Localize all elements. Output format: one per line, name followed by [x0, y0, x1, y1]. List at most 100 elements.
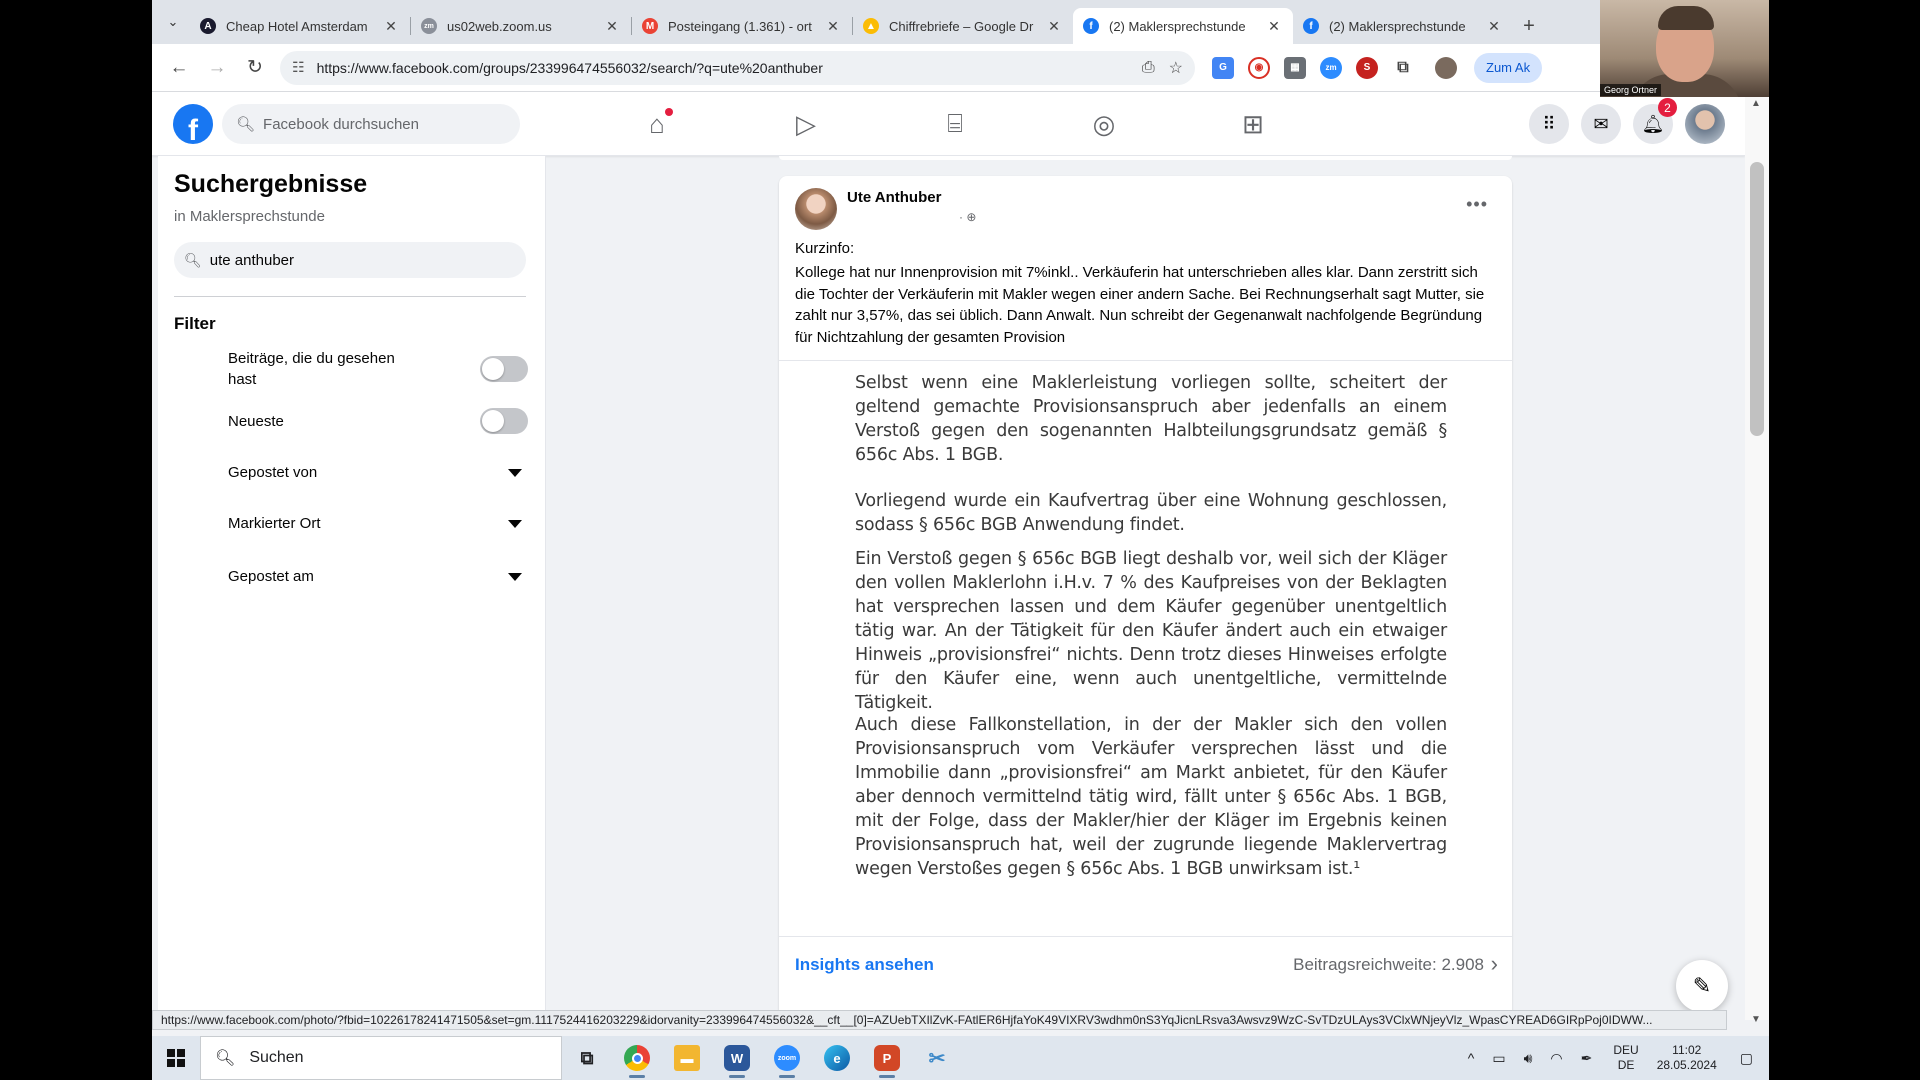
close-tab-icon[interactable]: ✕ [1045, 18, 1063, 35]
address-bar[interactable]: ☷ https://www.facebook.com/groups/233996… [280, 50, 1195, 85]
browser-toolbar: ← → ↻ ☷ https://www.facebook.com/groups/… [152, 44, 1769, 92]
forward-icon[interactable]: → [198, 51, 236, 85]
grey-extension-icon[interactable]: ▦ [1284, 56, 1306, 79]
taskbar-search-input[interactable]: 🔍︎ Suchen [200, 1036, 562, 1080]
close-tab-icon[interactable]: ✕ [1485, 18, 1503, 35]
messenger-icon[interactable]: ✉ [1581, 104, 1621, 144]
chevron-up-icon[interactable]: ^ [1468, 1050, 1475, 1066]
search-result-post: Ute Anthuber · ⊕ ••• Kurzinfo: Kollege h… [779, 176, 1512, 1024]
chevron-right-icon[interactable]: › [1491, 951, 1498, 977]
pen-icon[interactable]: ✒ [1581, 1050, 1593, 1067]
close-tab-icon[interactable]: ✕ [824, 18, 842, 35]
tab-title: (2) Maklersprechstunde [1109, 18, 1246, 34]
close-tab-icon[interactable]: ✕ [382, 18, 400, 35]
chrome-icon[interactable] [612, 1036, 662, 1080]
edge-icon[interactable]: e [812, 1036, 862, 1080]
browser-tab-active[interactable]: f (2) Maklersprechstunde ✕ [1073, 8, 1293, 44]
seen-posts-toggle[interactable] [480, 356, 528, 382]
facebook-search-input[interactable]: 🔍︎ Facebook durchsuchen [222, 104, 520, 144]
post-text: Kollege hat nur Innenprovision mit 7%ink… [795, 264, 1485, 346]
post-author[interactable]: Ute Anthuber [847, 189, 941, 206]
webcam-participant-name: Georg Ortner [1600, 84, 1662, 96]
chevron-down-icon [508, 468, 522, 477]
insights-link[interactable]: Insights ansehen [795, 955, 934, 975]
word-icon[interactable]: W [712, 1036, 762, 1080]
tab-title: us02web.zoom.us [447, 18, 552, 34]
previous-post-edge [779, 156, 1512, 160]
document-paragraph: Auch diese Fallkonstellation, in der der… [855, 715, 1447, 879]
browser-tab[interactable]: zm us02web.zoom.us ✕ [411, 8, 631, 44]
puzzle-extensions-icon[interactable]: ⧉ [1392, 57, 1414, 79]
taskbar-clock[interactable]: 11:02 28.05.2024 [1657, 1043, 1717, 1073]
browser-tab[interactable]: M Posteingang (1.361) - ort ✕ [632, 8, 852, 44]
red-extension-icon[interactable]: S [1356, 56, 1378, 79]
more-options-icon[interactable]: ••• [1466, 194, 1488, 215]
notification-center-icon[interactable]: ▢ [1740, 1050, 1753, 1067]
input-language[interactable]: DEU DE [1613, 1043, 1638, 1073]
home-icon[interactable]: ⌂ [635, 102, 679, 146]
windows-start-icon[interactable] [152, 1036, 200, 1080]
extensions-area: G ◉ ▦ zm S ⧉ [1205, 56, 1464, 79]
file-explorer-icon[interactable]: ▬ [662, 1036, 712, 1080]
scroll-down-arrow-icon[interactable]: ▼ [1751, 1014, 1761, 1025]
site-settings-icon[interactable]: ☷ [292, 59, 305, 76]
url-text[interactable]: https://www.facebook.com/groups/23399647… [317, 60, 1128, 76]
post-reach[interactable]: Beitragsreichweite: 2.908 [1293, 955, 1484, 975]
chevron-down-icon [508, 572, 522, 581]
groups-icon[interactable]: ◎ [1082, 102, 1126, 146]
scroll-up-arrow-icon[interactable]: ▲ [1751, 98, 1761, 109]
chevron-down-icon [508, 519, 522, 528]
volume-icon[interactable]: 🔊︎ [1524, 1050, 1533, 1067]
group-subtitle[interactable]: in Maklersprechstunde [174, 208, 325, 225]
scrollbar-thumb[interactable] [1750, 162, 1764, 436]
notifications-badge: 2 [1658, 98, 1677, 117]
powerpoint-icon[interactable]: P [862, 1036, 912, 1080]
profile-avatar-icon[interactable] [1435, 56, 1457, 79]
filter-posted-by[interactable]: Gepostet von [228, 462, 528, 483]
filter-posted-on[interactable]: Gepostet am [228, 566, 528, 587]
browser-tab[interactable]: ▲ Chiffrebriefe – Google Dr ✕ [853, 8, 1073, 44]
security-extension-icon[interactable]: ◉ [1248, 56, 1270, 79]
divider [174, 296, 526, 297]
wifi-icon[interactable]: ◠ [1550, 1050, 1562, 1067]
filter-tagged-location[interactable]: Markierter Ort [228, 513, 528, 534]
hotel-favicon-icon: A [200, 18, 216, 34]
zum-button[interactable]: Zum Ak [1474, 52, 1543, 83]
browser-tab[interactable]: f (2) Maklersprechstunde ✕ [1293, 8, 1513, 44]
newest-toggle[interactable] [480, 408, 528, 434]
close-tab-icon[interactable]: ✕ [1265, 18, 1283, 35]
filter-seen-posts[interactable]: Beiträge, die du gesehen hast [228, 348, 528, 390]
windows-taskbar: 🔍︎ Suchen ⧉ ▬ W zoom e P ✂ ^ ▭ 🔊︎ ◠ ✒ DE… [152, 1036, 1769, 1080]
translate-extension-icon[interactable]: G [1212, 56, 1234, 79]
filter-newest[interactable]: Neueste [228, 408, 528, 434]
menu-grid-icon[interactable]: ⠿ [1529, 104, 1569, 144]
gaming-icon[interactable]: ⊞ [1231, 102, 1275, 146]
reload-icon[interactable]: ↻ [236, 51, 274, 85]
bookmark-star-icon[interactable]: ☆ [1169, 58, 1183, 78]
zoom-extension-icon[interactable]: zm [1320, 56, 1342, 79]
back-icon[interactable]: ← [160, 51, 198, 85]
install-app-icon[interactable]: ⎙ [1142, 59, 1155, 77]
google-drive-favicon-icon: ▲ [863, 18, 879, 34]
notifications-bell-icon[interactable]: 🔔︎ 2 [1633, 98, 1677, 144]
group-search-input[interactable]: 🔍︎ ute anthuber [174, 242, 526, 278]
link-status-url: https://www.facebook.com/photo/?fbid=102… [152, 1010, 1727, 1030]
screen-border-left [0, 0, 152, 1080]
tab-search-icon[interactable]: ⌄ [156, 4, 190, 40]
new-tab-icon[interactable]: + [1513, 8, 1545, 44]
task-view-icon[interactable]: ⧉ [562, 1036, 612, 1080]
account-avatar[interactable] [1685, 104, 1725, 144]
video-icon[interactable]: ▷ [784, 102, 828, 146]
attached-document-image[interactable]: Selbst wenn eine Maklerleistung vorliege… [779, 360, 1512, 920]
facebook-favicon-icon: f [1083, 18, 1099, 34]
battery-icon[interactable]: ▭ [1492, 1050, 1505, 1067]
facebook-logo-icon[interactable]: f [173, 104, 213, 144]
browser-tab[interactable]: A Cheap Hotel Amsterdam ✕ [190, 8, 410, 44]
marketplace-icon[interactable]: ⌸ [933, 102, 977, 146]
group-search-value: ute anthuber [209, 251, 295, 269]
close-tab-icon[interactable]: ✕ [603, 18, 621, 35]
author-avatar[interactable] [795, 188, 837, 230]
snipping-tool-icon[interactable]: ✂ [912, 1036, 962, 1080]
compose-message-icon[interactable]: ✎ [1676, 960, 1728, 1012]
zoom-icon[interactable]: zoom [762, 1036, 812, 1080]
